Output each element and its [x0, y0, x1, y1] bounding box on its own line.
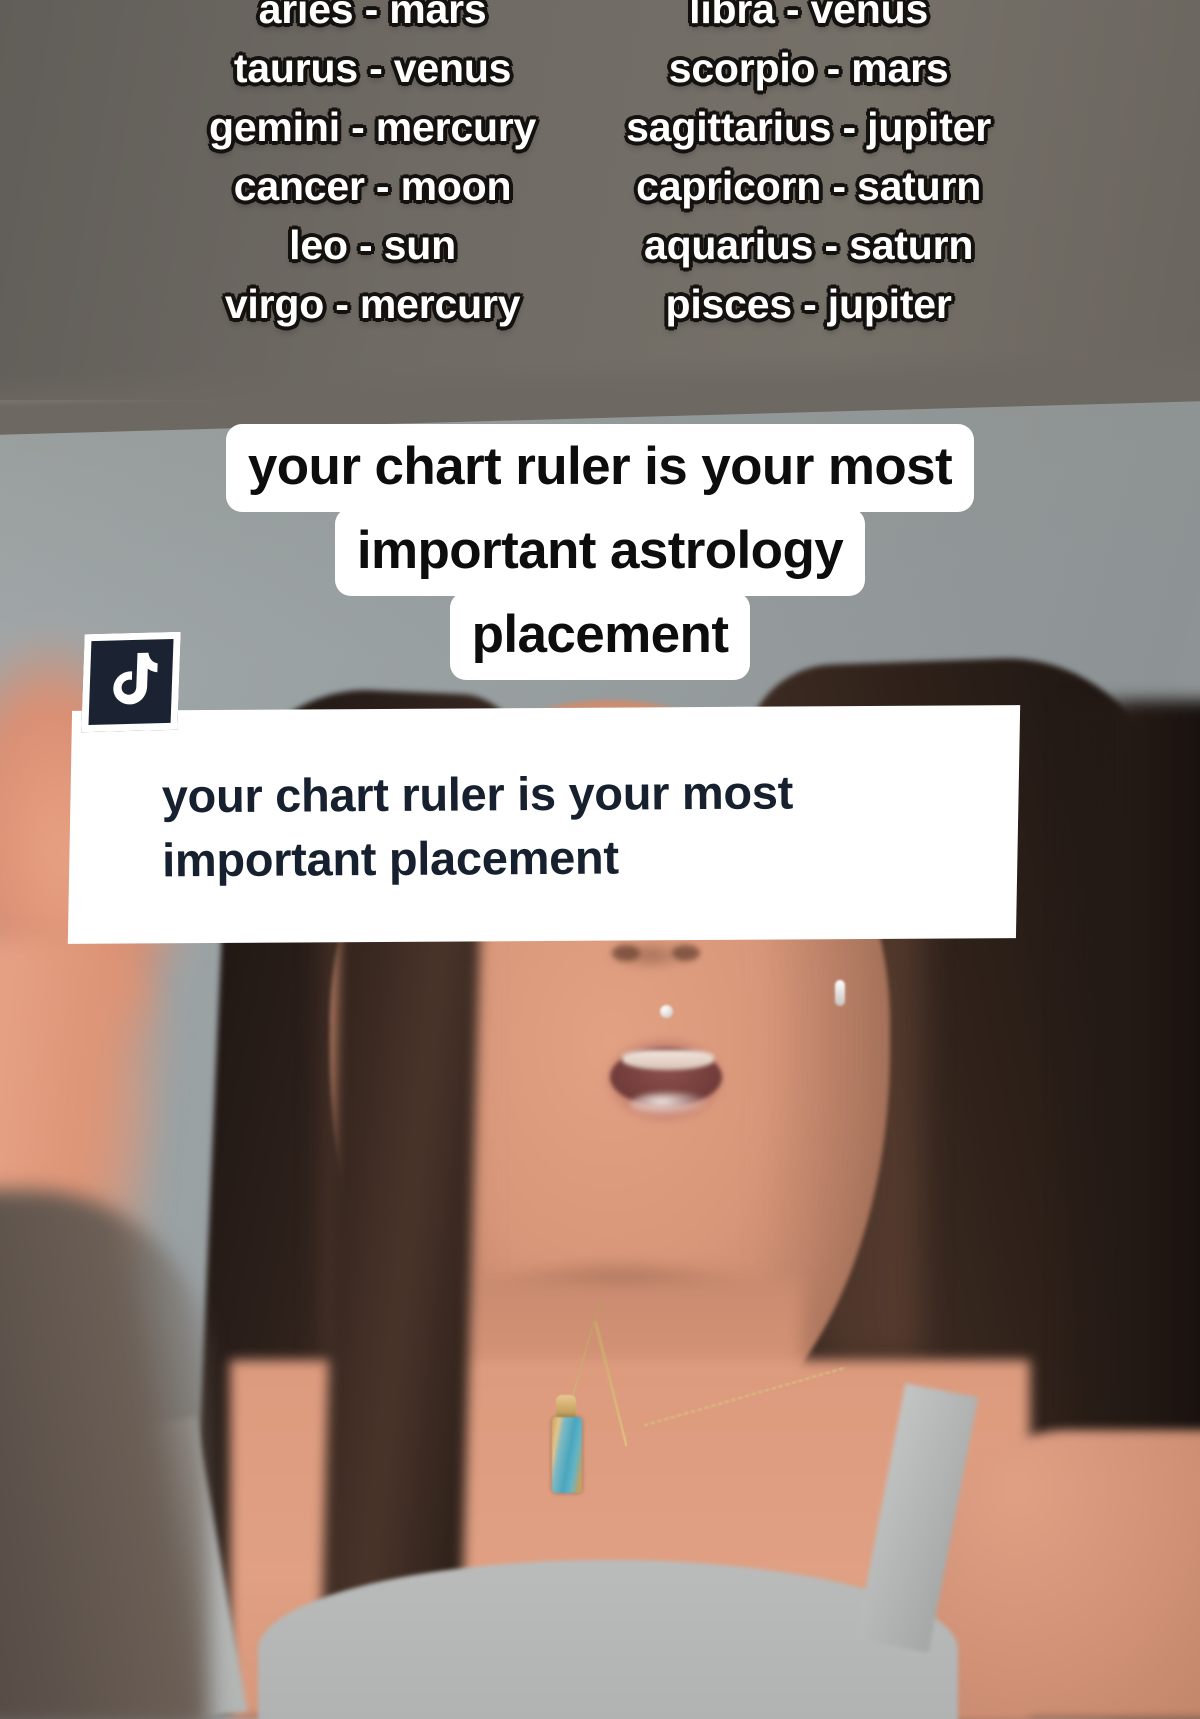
- zodiac-line: gemini - mercury: [208, 104, 537, 150]
- nostril-left: [612, 945, 640, 961]
- earring-right: [835, 980, 845, 1006]
- arm-left: [0, 1190, 210, 1719]
- video-caption-line-wrap: your chart ruler is your most: [0, 424, 1200, 512]
- lip-piercing: [660, 1005, 673, 1018]
- zodiac-column-left: aries - mars taurus - venus gemini - mer…: [209, 0, 536, 334]
- zodiac-line: cancer - moon: [233, 163, 512, 209]
- pendant-bail: [556, 1395, 576, 1419]
- zodiac-line: scorpio - mars: [668, 45, 949, 91]
- video-caption-line: important astrology: [334, 508, 866, 596]
- tiktok-logo-badge[interactable]: [81, 631, 181, 733]
- zodiac-line: aquarius - saturn: [643, 222, 974, 268]
- post-caption-text: your chart ruler is your most important …: [162, 759, 993, 892]
- zodiac-line: taurus - venus: [233, 45, 512, 91]
- necklace-pendant: [552, 1417, 582, 1493]
- tiktok-note-icon: [113, 652, 159, 705]
- zodiac-rulers-overlay: aries - mars taurus - venus gemini - mer…: [0, 0, 1200, 334]
- post-caption-line: important placement: [161, 830, 619, 887]
- zodiac-line: aries - mars: [258, 0, 487, 32]
- teeth: [622, 1050, 714, 1070]
- post-caption-line: your chart ruler is your most: [161, 765, 794, 823]
- video-caption-line-wrap: important astrology: [0, 508, 1200, 596]
- lip-gloss-highlight: [630, 1092, 710, 1116]
- zodiac-line: leo - sun: [289, 222, 456, 268]
- tiktok-video-screenshot: aries - mars taurus - venus gemini - mer…: [0, 0, 1200, 1719]
- nostril-right: [672, 945, 700, 961]
- zodiac-line: pisces - jupiter: [665, 281, 952, 327]
- zodiac-line: capricorn - saturn: [636, 163, 982, 209]
- post-caption-box[interactable]: your chart ruler is your most important …: [67, 705, 1021, 944]
- video-caption-line: your chart ruler is your most: [225, 424, 975, 512]
- video-caption-line: placement: [449, 592, 751, 680]
- shoulder-right: [930, 1430, 1200, 1719]
- zodiac-line: libra - venus: [689, 0, 929, 32]
- zodiac-line: sagittarius - jupiter: [626, 104, 992, 150]
- zodiac-line: virgo - mercury: [224, 281, 521, 327]
- zodiac-column-right: libra - venus scorpio - mars sagittarius…: [626, 0, 991, 334]
